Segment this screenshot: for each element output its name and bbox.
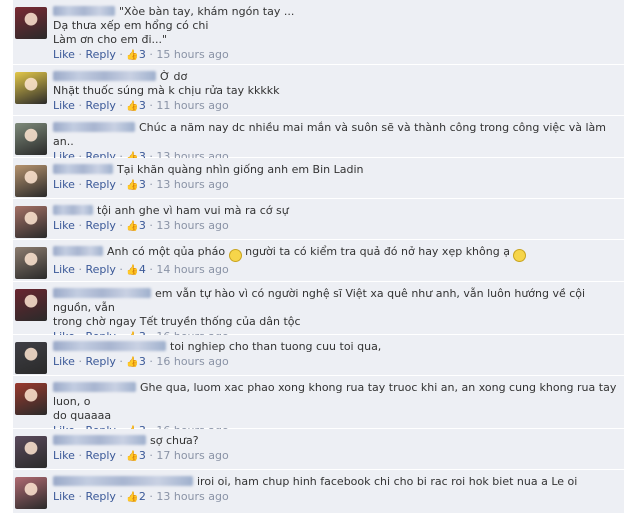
comment-item: "Xòe bàn tay, khám ngón tay ... Dạ thưa … (13, 0, 624, 65)
comment-item: toi nghiep cho than tuong cuu toi qua, L… (13, 335, 624, 376)
thumbs-up-icon[interactable]: 👍 (126, 451, 138, 462)
avatar[interactable] (15, 342, 47, 374)
thumbs-up-icon[interactable]: 👍 (126, 492, 138, 503)
avatar[interactable] (15, 206, 47, 238)
commenter-name[interactable] (53, 122, 135, 132)
thumbs-up-icon[interactable]: 👍 (126, 101, 138, 112)
thumbs-up-icon[interactable]: 👍 (126, 265, 138, 276)
like-link[interactable]: Like (53, 449, 75, 462)
like-count[interactable]: 3 (139, 99, 146, 112)
reply-link[interactable]: Reply (85, 219, 115, 232)
reply-link[interactable]: Reply (85, 178, 115, 191)
timestamp[interactable]: 17 hours ago (156, 449, 228, 462)
reply-link[interactable]: Reply (85, 355, 115, 368)
comment-text: toi nghiep cho than tuong cuu toi qua, (170, 340, 382, 353)
avatar[interactable] (15, 247, 47, 279)
comment-item: Tại khăn quàng nhìn giống anh em Bin Lad… (13, 158, 624, 199)
comment-text: Anh có một qủa pháo (107, 245, 229, 258)
like-count[interactable]: 3 (139, 355, 146, 368)
avatar[interactable] (15, 477, 47, 509)
commenter-name[interactable] (53, 6, 115, 16)
reply-link[interactable]: Reply (85, 48, 115, 61)
like-link[interactable]: Like (53, 178, 75, 191)
like-link[interactable]: Like (53, 99, 75, 112)
comment-text: tội anh ghe vì ham vui mà ra cớ sự (97, 204, 289, 217)
commenter-name[interactable] (53, 71, 156, 81)
like-link[interactable]: Like (53, 490, 75, 503)
reply-link[interactable]: Reply (85, 263, 115, 276)
comment-item: iroi oi, ham chup hinh facebook chi cho … (13, 470, 624, 514)
avatar[interactable] (15, 383, 47, 415)
avatar[interactable] (15, 436, 47, 468)
comment-text: Ghe qua, luom xac phao xong khong rua ta… (53, 381, 617, 422)
thumbs-up-icon[interactable]: 👍 (126, 221, 138, 232)
commenter-name[interactable] (53, 476, 193, 486)
timestamp[interactable]: 13 hours ago (156, 490, 228, 503)
like-count[interactable]: 3 (139, 219, 146, 232)
avatar[interactable] (15, 7, 47, 39)
commenter-name[interactable] (53, 205, 93, 215)
like-count[interactable]: 4 (139, 263, 146, 276)
commenter-name[interactable] (53, 435, 146, 445)
like-count[interactable]: 3 (139, 48, 146, 61)
thumbs-up-icon[interactable]: 👍 (126, 50, 138, 61)
timestamp[interactable]: 13 hours ago (156, 178, 228, 191)
reply-link[interactable]: Reply (85, 99, 115, 112)
commenter-name[interactable] (53, 246, 103, 256)
comment-item: Chúc a năm nay dc nhiều mai mắn và suôn … (13, 116, 624, 163)
thumbs-up-icon[interactable]: 👍 (126, 180, 138, 191)
commenter-name[interactable] (53, 341, 166, 351)
reply-link[interactable]: Reply (85, 490, 115, 503)
like-count[interactable]: 3 (139, 449, 146, 462)
smiley-icon: ☺ (513, 249, 527, 262)
avatar[interactable] (15, 72, 47, 104)
timestamp[interactable]: 13 hours ago (156, 219, 228, 232)
smiley-icon: ☺ (228, 249, 242, 262)
like-link[interactable]: Like (53, 48, 75, 61)
comment-text: người ta có kiểm tra quả đó nở hay xẹp k… (241, 245, 514, 258)
comment-item: tội anh ghe vì ham vui mà ra cớ sự Like … (13, 199, 624, 240)
thumbs-up-icon[interactable]: 👍 (126, 357, 138, 368)
comment-text: Tại khăn quàng nhìn giống anh em Bin Lad… (117, 163, 364, 176)
comment-text: sợ chưa? (150, 434, 199, 447)
like-link[interactable]: Like (53, 355, 75, 368)
like-count[interactable]: 3 (139, 178, 146, 191)
comment-item: sợ chưa? Like · Reply · 👍3 · 17 hours ag… (13, 429, 624, 470)
commenter-name[interactable] (53, 288, 151, 298)
timestamp[interactable]: 11 hours ago (156, 99, 228, 112)
timestamp[interactable]: 16 hours ago (156, 355, 228, 368)
commenter-name[interactable] (53, 164, 113, 174)
timestamp[interactable]: 14 hours ago (156, 263, 228, 276)
comment-item: em vẫn tự hào vì có người nghệ sĩ Việt x… (13, 282, 624, 343)
comment-item: Ghe qua, luom xac phao xong khong rua ta… (13, 376, 624, 437)
comment-list: "Xòe bàn tay, khám ngón tay ... Dạ thưa … (13, 0, 624, 514)
avatar[interactable] (15, 289, 47, 321)
comment-text: iroi oi, ham chup hinh facebook chi cho … (197, 475, 578, 488)
commenter-name[interactable] (53, 382, 136, 392)
comment-item: Anh có một qủa pháo ☺ người ta có kiểm t… (13, 240, 624, 282)
comment-text: Chúc a năm nay dc nhiều mai mắn và suôn … (53, 121, 606, 148)
like-link[interactable]: Like (53, 263, 75, 276)
reply-link[interactable]: Reply (85, 449, 115, 462)
like-link[interactable]: Like (53, 219, 75, 232)
comment-item: Ờ dơ Nhặt thuốc súng mà k chịu rửa tay k… (13, 65, 624, 116)
like-count[interactable]: 2 (139, 490, 146, 503)
avatar[interactable] (15, 123, 47, 155)
timestamp[interactable]: 15 hours ago (156, 48, 228, 61)
avatar[interactable] (15, 165, 47, 197)
